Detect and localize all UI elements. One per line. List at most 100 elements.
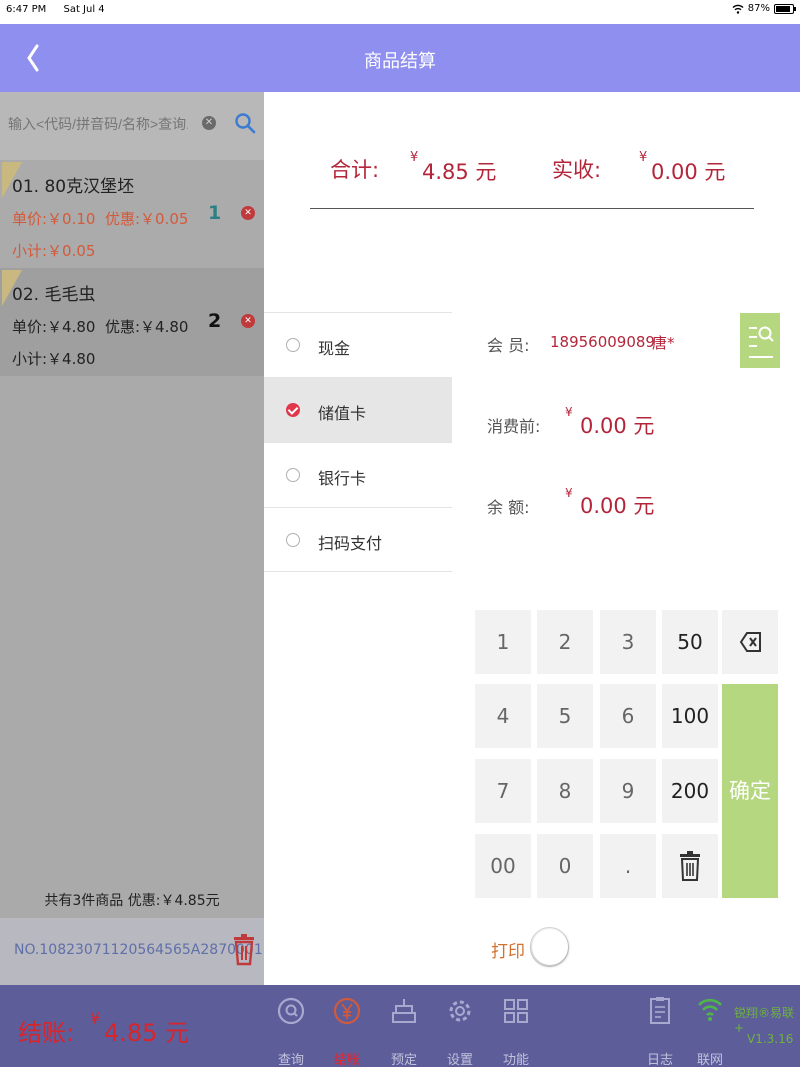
log-icon [650,997,670,1024]
checkout-value: 4.85 元 [104,1019,190,1047]
key-2[interactable]: 2 [537,610,593,674]
key-dot[interactable]: . [600,834,656,898]
toggle-knob [532,929,568,965]
payment-method-list: 现金 储值卡 银行卡 扫码支付 [264,312,452,572]
status-date: Sat Jul 4 [63,4,105,15]
cart-summary: 共有3件商品 优惠:￥4.85元 [44,893,220,909]
tab-label: 功能 [502,1053,529,1067]
item-name: 01. 80克汉堡坯 [12,177,135,197]
before-value: 0.00 元 [580,414,655,438]
item-price: 单价:￥4.80 优惠:￥4.80 [12,316,188,337]
clear-all-button[interactable] [662,834,718,898]
trash-icon [680,851,700,881]
totals-panel: 合计: ¥ 4.85 元 实收: ¥ 0.00 元 [264,92,800,242]
key-6[interactable]: 6 [600,684,656,748]
key-8[interactable]: 8 [537,759,593,823]
tab-checkout[interactable]: 结账 [322,991,372,1067]
item-discount: 优惠:￥4.80 [105,318,189,336]
balance-currency: ¥ [565,486,573,500]
key-3[interactable]: 3 [600,610,656,674]
payment-stored-value-card[interactable]: 储值卡 [264,377,452,442]
key-50[interactable]: 50 [662,610,718,674]
brand-label: 锐翔®易联+ [734,1006,795,1035]
search-input[interactable] [8,116,188,132]
tab-network[interactable]: 联网 [685,991,735,1067]
key-4[interactable]: 4 [475,684,531,748]
backspace-icon [739,632,761,652]
checkout-currency: ¥ [90,1009,101,1028]
key-00[interactable]: 00 [475,834,531,898]
trash-icon[interactable] [232,932,256,966]
item-qty[interactable]: 2 [208,310,221,332]
key-7[interactable]: 7 [475,759,531,823]
nav-bar: 商品结算 [0,24,800,92]
wifi-icon [698,998,722,1021]
tab-label: 结账 [333,1053,360,1067]
search-bar: ✕ [0,92,264,160]
cart-panel: ✕ 01. 80克汉堡坯 单价:￥0.10 优惠:￥0.05 小计:￥0.05 … [0,92,264,985]
confirm-button[interactable]: 确定 [722,684,778,898]
remove-item-icon[interactable]: ✕ [241,206,255,220]
version-label: V1.3.16 [747,1032,794,1046]
remove-item-icon[interactable]: ✕ [241,314,255,328]
received-currency: ¥ [639,150,648,165]
wifi-status-icon [732,4,744,14]
page-title: 商品结算 [364,51,436,72]
checkout-label: 结账: [18,1019,75,1047]
key-200[interactable]: 200 [662,759,718,823]
payment-label: 扫码支付 [318,534,383,553]
tab-label: 查询 [277,1053,304,1067]
battery-icon [774,3,796,14]
tab-label: 设置 [446,1053,473,1067]
received-label: 实收: [552,158,602,182]
bottom-bar: 结账: ¥ 4.85 元 查询 结账 预定 设置 功能 日志 联网 [0,985,800,1067]
key-0[interactable]: 0 [537,834,593,898]
gear-icon [449,1000,471,1022]
balance-value: 0.00 元 [580,494,655,518]
total-label: 合计: [330,158,380,182]
search-icon [277,997,305,1025]
radio-checked-icon[interactable] [286,403,300,417]
item-discount: 优惠:￥0.05 [105,210,189,228]
tab-reserve[interactable]: 预定 [379,991,429,1067]
tab-log[interactable]: 日志 [635,991,685,1067]
print-toggle[interactable] [530,927,569,967]
payment-label: 现金 [318,339,351,358]
backspace-button[interactable] [722,610,778,674]
yen-icon [333,997,361,1025]
status-time: 6:47 PM [6,4,47,15]
totals-divider [310,208,754,209]
key-1[interactable]: 1 [475,610,531,674]
balance-label: 余 额: [487,498,530,517]
order-bar: NO.10823071120564565A2870001 [0,918,264,985]
item-qty[interactable]: 1 [208,202,221,224]
clear-icon[interactable]: ✕ [202,116,216,130]
member-search-icon [749,326,774,358]
tab-settings[interactable]: 设置 [435,991,485,1067]
cart-item[interactable]: 01. 80克汉堡坯 单价:￥0.10 优惠:￥0.05 小计:￥0.05 1 … [0,160,264,268]
item-unit-price: 单价:￥4.80 [12,318,96,336]
payment-bank-card[interactable]: 银行卡 [264,442,452,507]
item-price: 单价:￥0.10 优惠:￥0.05 [12,208,188,229]
item-subtotal: 小计:￥0.05 [12,242,96,260]
payment-cash[interactable]: 现金 [264,312,452,377]
tab-functions[interactable]: 功能 [491,991,541,1067]
search-icon[interactable] [234,112,256,134]
cart-item[interactable]: 02. 毛毛虫 单价:￥4.80 优惠:￥4.80 小计:￥4.80 2 ✕ [0,268,264,376]
tab-query[interactable]: 查询 [266,991,316,1067]
radio-icon[interactable] [286,468,300,482]
tab-label: 预定 [390,1053,417,1067]
radio-icon[interactable] [286,338,300,352]
member-label: 会 员: [487,336,530,355]
key-100[interactable]: 100 [662,684,718,748]
key-9[interactable]: 9 [600,759,656,823]
key-5[interactable]: 5 [537,684,593,748]
member-search-button[interactable] [740,313,780,368]
member-name: 唐* [652,334,675,352]
payment-label: 储值卡 [318,404,367,423]
payment-scan-code[interactable]: 扫码支付 [264,507,452,572]
total-currency: ¥ [410,150,419,165]
battery-percent: 87% [747,3,770,14]
radio-icon[interactable] [286,533,300,547]
item-unit-price: 单价:￥0.10 [12,210,96,228]
